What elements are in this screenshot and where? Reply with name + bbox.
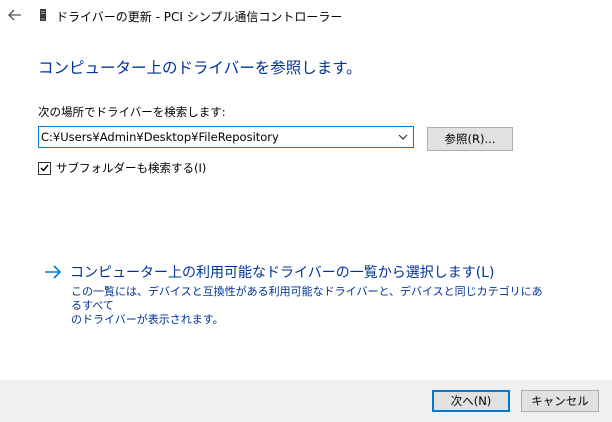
dropdown-button[interactable] <box>395 129 411 145</box>
device-icon <box>40 9 46 21</box>
next-button[interactable]: 次へ(N) <box>432 390 510 412</box>
page-heading: コンピューター上のドライバーを参照します。 <box>38 59 362 77</box>
right-arrow-icon <box>44 265 62 279</box>
search-location-label: 次の場所でドライバーを検索します: <box>38 105 226 119</box>
checkmark-icon <box>40 164 49 172</box>
search-path-input[interactable] <box>39 127 391 147</box>
window-title: ドライバーの更新 - PCI シンプル通信コントローラー <box>56 10 343 24</box>
pick-from-list-title[interactable]: コンピューター上の利用可能なドライバーの一覧から選択します(L) <box>70 262 494 282</box>
include-subfolders-checkbox[interactable] <box>38 161 51 175</box>
include-subfolders-label: サブフォルダーも検索する(I) <box>56 161 207 175</box>
pick-from-list-link[interactable]: コンピューター上の利用可能なドライバーの一覧から選択します(L) <box>44 262 494 282</box>
chevron-down-icon <box>398 134 408 140</box>
dialog-footer: 次へ(N) キャンセル <box>0 380 612 422</box>
title-bar: ドライバーの更新 - PCI シンプル通信コントローラー <box>0 0 612 30</box>
back-arrow-icon <box>8 9 21 21</box>
include-subfolders-option[interactable]: サブフォルダーも検索する(I) <box>38 160 206 176</box>
browse-button[interactable]: 参照(R)... <box>427 127 513 151</box>
pick-description-line-2: のドライバーが表示されます。 <box>71 313 224 326</box>
search-path-combobox[interactable] <box>38 126 414 148</box>
pick-description-line-1: この一覧には、デバイスと互換性がある利用可能なドライバーと、デバイスと同じカテゴ… <box>71 285 543 312</box>
pick-from-list-description: この一覧には、デバイスと互換性がある利用可能なドライバーと、デバイスと同じカテゴ… <box>71 285 551 327</box>
back-button[interactable] <box>6 6 24 24</box>
cancel-button[interactable]: キャンセル <box>521 390 599 412</box>
